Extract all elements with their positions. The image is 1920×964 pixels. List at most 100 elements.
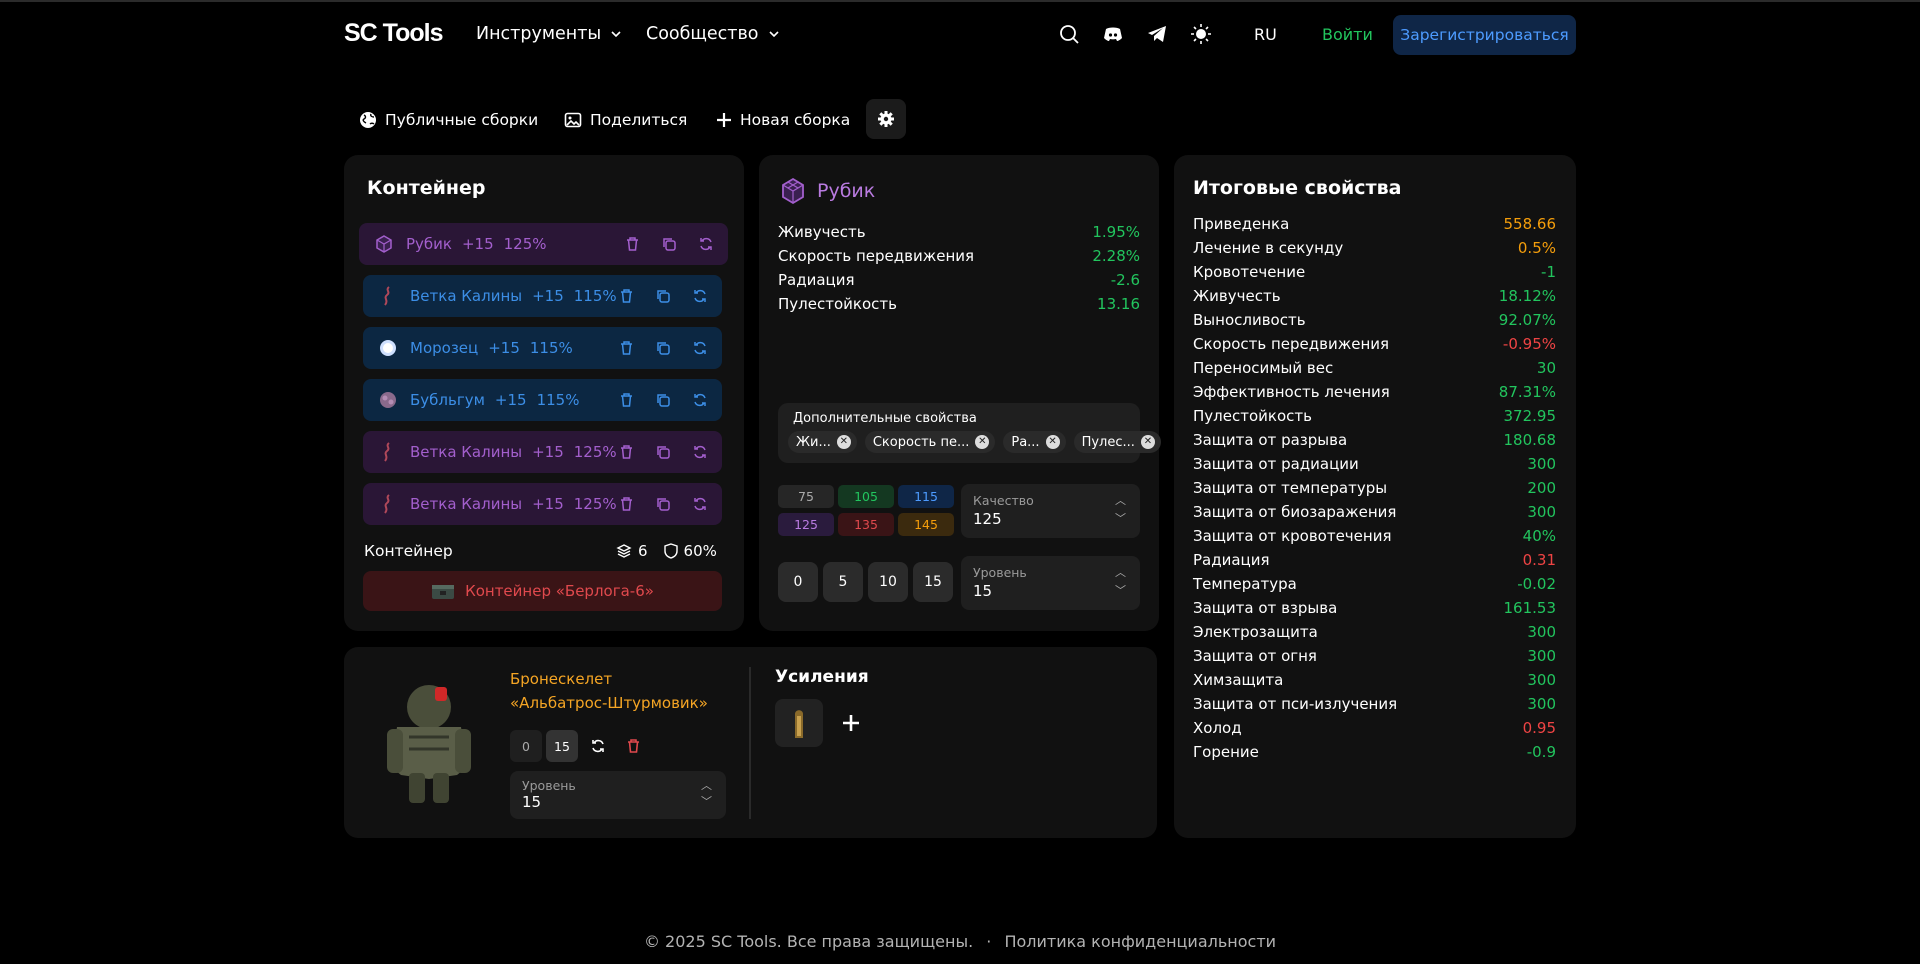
sun-icon[interactable] (1190, 23, 1212, 45)
discord-icon[interactable] (1102, 23, 1124, 45)
settings-button[interactable] (866, 99, 906, 139)
quality-option[interactable]: 125 (778, 513, 834, 536)
property-chip[interactable]: Жи... ✕ (788, 431, 857, 453)
trash-icon[interactable] (616, 338, 636, 358)
telegram-icon[interactable] (1146, 23, 1168, 45)
stat-value: 2.28% (1092, 247, 1140, 265)
total-value: 30 (1536, 359, 1556, 377)
copy-icon[interactable] (653, 442, 673, 462)
privacy-link[interactable]: Политика конфиденциальности (1004, 932, 1276, 951)
artifact-plus: +15 (461, 235, 494, 253)
refresh-icon[interactable] (690, 494, 710, 514)
trash-icon[interactable] (616, 390, 636, 410)
layers-icon (616, 544, 632, 558)
search-icon[interactable] (1058, 23, 1080, 45)
total-value: 161.53 (1503, 599, 1557, 617)
shield-icon (663, 543, 678, 559)
total-value: 372.95 (1503, 407, 1557, 425)
plus-icon (717, 113, 731, 127)
quality-option[interactable]: 135 (838, 513, 894, 536)
container-select-button[interactable]: Контейнер «Берлога-6» (363, 571, 722, 611)
public-builds-button[interactable]: Публичные сборки (359, 100, 538, 140)
level-option[interactable]: 15 (913, 562, 953, 602)
boost-slot[interactable] (775, 699, 823, 747)
armor-level-select[interactable]: Уровень 15 ︿ ﹀ (510, 771, 726, 819)
stat-row: Живучесть 1.95% (778, 223, 1140, 247)
trash-icon[interactable] (616, 494, 636, 514)
artifact-row[interactable]: Бубльгум +15 115% (363, 379, 722, 421)
copy-icon[interactable] (653, 390, 673, 410)
refresh-icon[interactable] (590, 738, 606, 754)
total-row: Электрозащита 300 (1193, 623, 1556, 647)
total-row: Защита от биозаражения 300 (1193, 503, 1556, 527)
armor-name[interactable]: Бронескелет «Альбатрос-Штурмовик» (510, 667, 708, 715)
quality-option[interactable]: 115 (898, 485, 954, 508)
trash-icon[interactable] (616, 442, 636, 462)
quality-option[interactable]: 75 (778, 485, 834, 508)
nav-tools[interactable]: Инструменты (476, 24, 623, 44)
trash-icon[interactable] (622, 234, 642, 254)
close-icon[interactable]: ✕ (836, 435, 851, 449)
trash-icon[interactable] (626, 738, 641, 754)
close-icon[interactable]: ✕ (1140, 435, 1155, 449)
share-button[interactable]: Поделиться (564, 100, 687, 140)
copy-icon[interactable] (653, 286, 673, 306)
total-value: -0.95% (1502, 335, 1556, 353)
copy-icon[interactable] (653, 338, 673, 358)
total-row: Живучесть 18.12% (1193, 287, 1556, 311)
total-label: Горение (1193, 743, 1259, 761)
refresh-icon[interactable] (690, 442, 710, 462)
close-icon[interactable]: ✕ (975, 435, 990, 449)
new-build-button[interactable]: Новая сборка (716, 100, 850, 140)
artifact-row[interactable]: Ветка Калины +15 125% (363, 483, 722, 525)
armor-level-min[interactable]: 0 (510, 730, 542, 762)
total-row: Приведенка 558.66 (1193, 215, 1556, 239)
refresh-icon[interactable] (690, 338, 710, 358)
total-row: Защита от пси-излучения 300 (1193, 695, 1556, 719)
armor-image[interactable] (379, 677, 479, 805)
artifact-row[interactable]: Рубик +15 125% (359, 223, 728, 265)
kalina-icon (378, 286, 398, 306)
artifact-plus: +15 (494, 391, 527, 409)
container-stats: 6 60% (616, 542, 717, 560)
property-chip[interactable]: Пулес... ✕ (1073, 431, 1161, 453)
artifact-row[interactable]: Ветка Калины +15 115% (363, 275, 722, 317)
armor-name-line1: Бронескелет (510, 670, 613, 688)
kalina-icon (378, 442, 398, 462)
artifact-row[interactable]: Ветка Калины +15 125% (363, 431, 722, 473)
copy-icon[interactable] (653, 494, 673, 514)
property-chip[interactable]: Скорость пе... ✕ (864, 431, 996, 453)
armor-level-max[interactable]: 15 (546, 730, 578, 762)
total-row: Радиация 0.31 (1193, 551, 1556, 575)
property-chip[interactable]: Ра... ✕ (1003, 431, 1066, 453)
quality-select-value: 125 (973, 510, 1002, 528)
total-label: Защита от температуры (1193, 479, 1388, 497)
refresh-icon[interactable] (690, 390, 710, 410)
register-button[interactable]: Зарегистрироваться (1393, 15, 1576, 55)
trash-icon[interactable] (616, 286, 636, 306)
language-switch[interactable]: RU (1254, 25, 1277, 44)
quality-option[interactable]: 145 (898, 513, 954, 536)
level-option[interactable]: 0 (778, 562, 818, 602)
artifact-name: Морозец (410, 339, 479, 357)
total-label: Температура (1193, 575, 1297, 593)
quality-select[interactable]: Качество 125 ︿ ﹀ (961, 484, 1140, 538)
footer-separator: · (986, 932, 992, 951)
nav-community[interactable]: Сообщество (646, 24, 781, 44)
login-link[interactable]: Войти (1322, 25, 1373, 44)
refresh-icon[interactable] (690, 286, 710, 306)
close-icon[interactable]: ✕ (1045, 435, 1060, 449)
artifact-row[interactable]: Морозец +15 115% (363, 327, 722, 369)
copy-icon[interactable] (659, 234, 679, 254)
level-option[interactable]: 5 (823, 562, 863, 602)
total-label: Лечение в секунду (1193, 239, 1344, 257)
logo[interactable]: SC Tools (344, 19, 443, 48)
add-boost-icon[interactable] (842, 714, 860, 732)
level-option[interactable]: 10 (868, 562, 908, 602)
level-select[interactable]: Уровень 15 ︿ ﹀ (961, 556, 1140, 610)
quality-option[interactable]: 105 (838, 485, 894, 508)
quality-select-label: Качество (973, 493, 1034, 508)
total-label: Скорость передвижения (1193, 335, 1390, 353)
refresh-icon[interactable] (696, 234, 716, 254)
artifact-stats: Живучесть 1.95% Скорость передвижения 2.28… (778, 223, 1140, 323)
